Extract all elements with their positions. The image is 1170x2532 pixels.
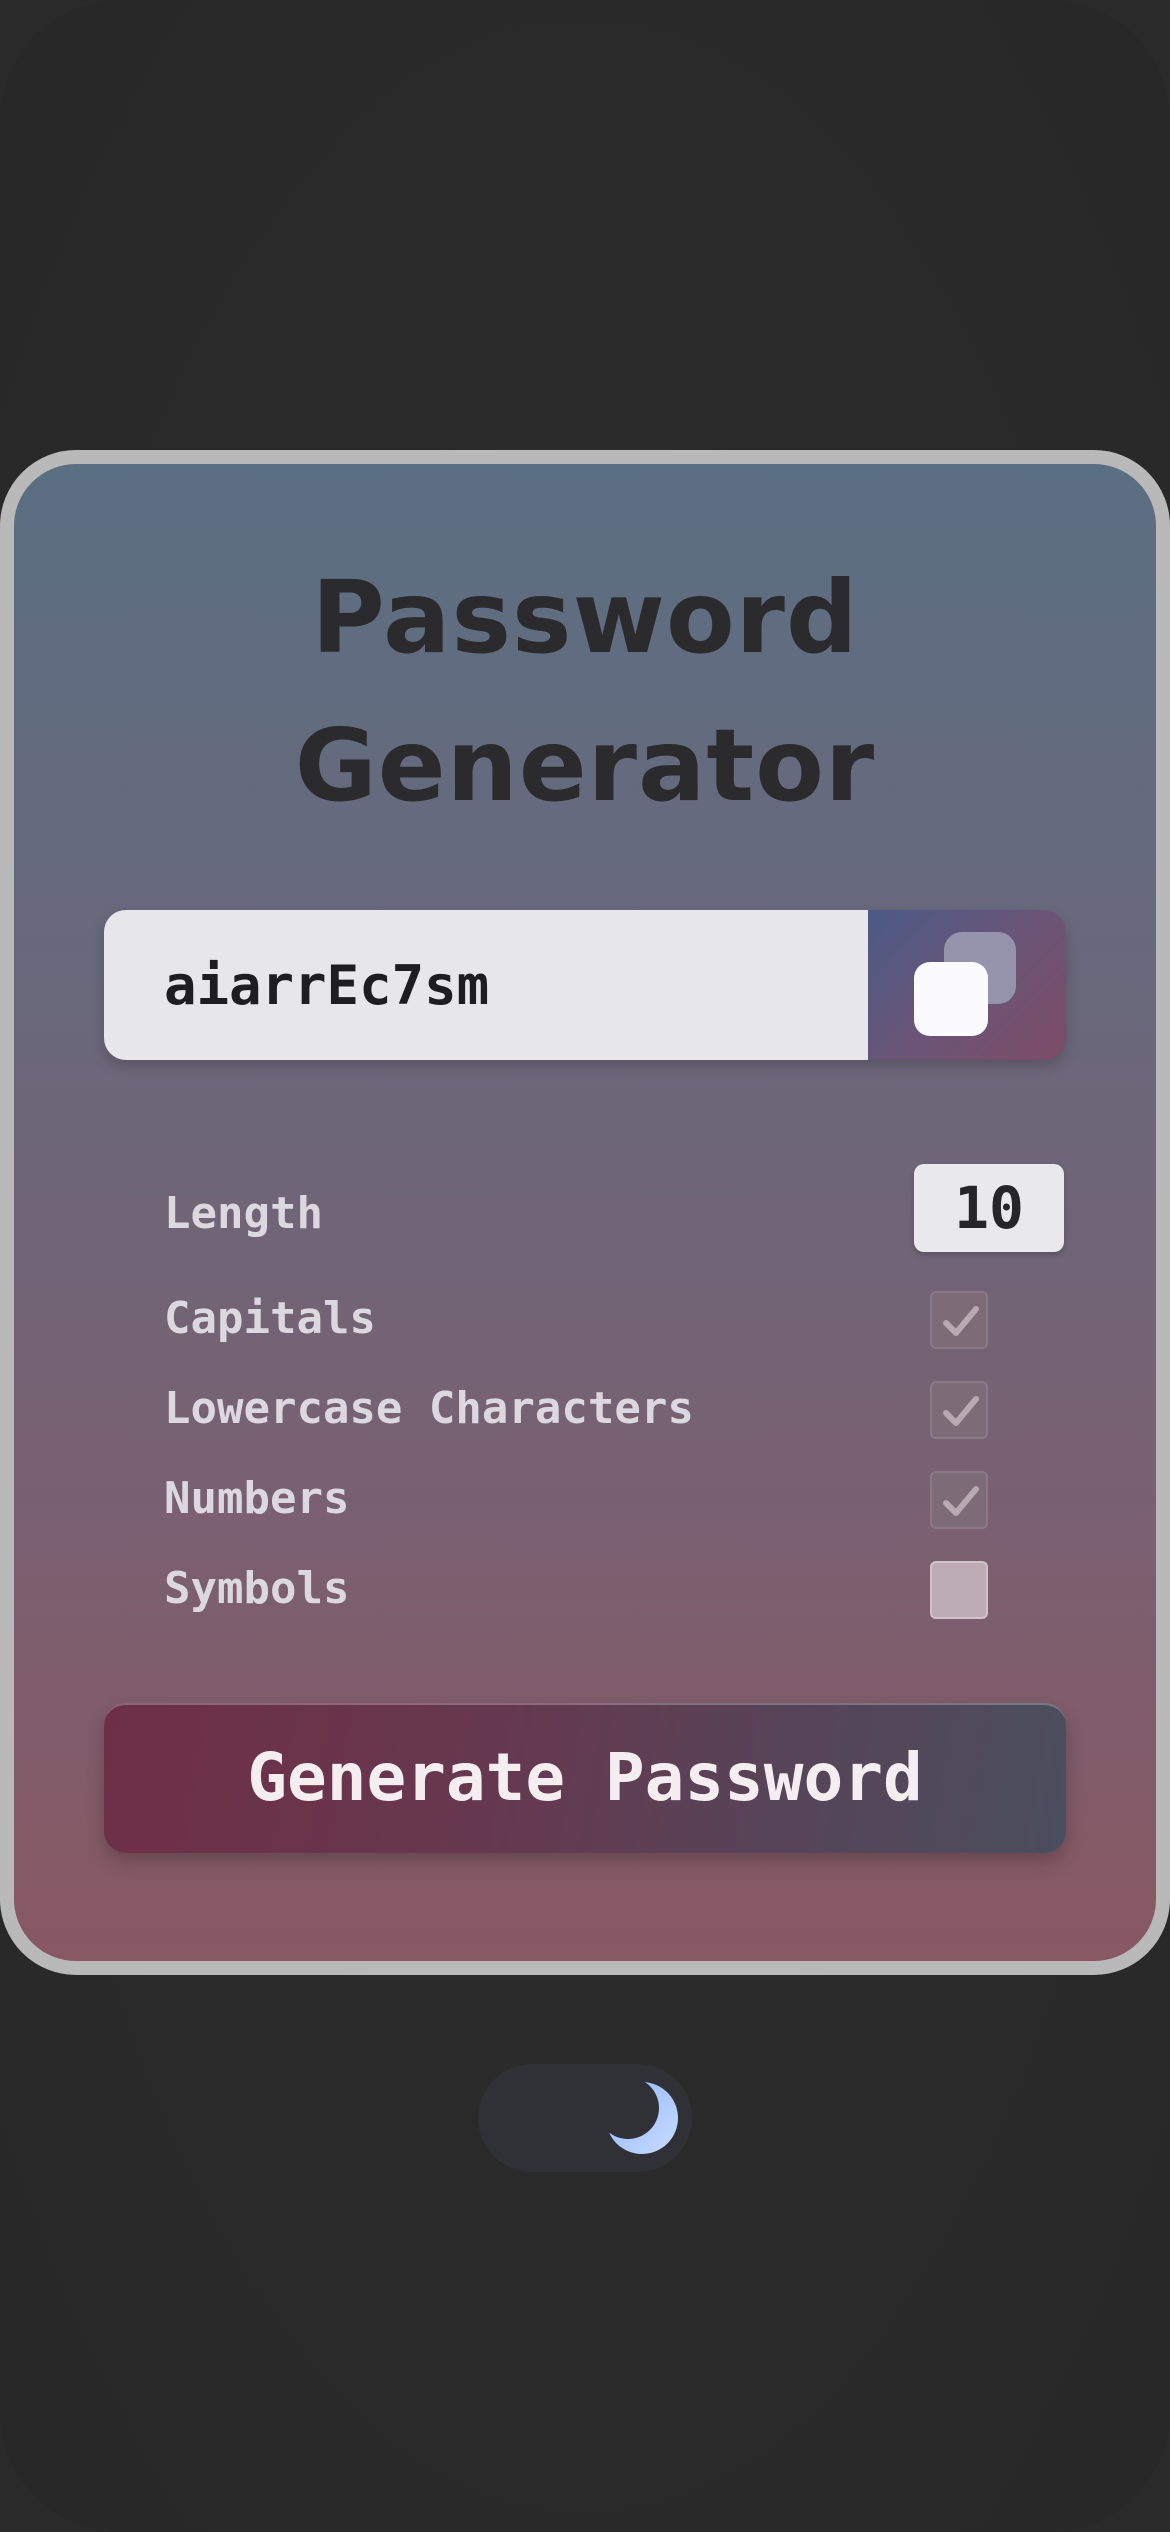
page-title: Password Generator <box>14 544 1156 840</box>
checkmark-icon <box>943 1306 979 1336</box>
symbols-checkbox[interactable] <box>930 1561 988 1619</box>
app-screen: Password Generator aiarrEc7sm Length 10 … <box>0 0 1170 2532</box>
title-line-1: Password <box>311 559 859 676</box>
capitals-label: Capitals <box>164 1293 376 1344</box>
lowercase-checkbox[interactable] <box>930 1381 988 1439</box>
password-output-row: aiarrEc7sm <box>104 910 1066 1060</box>
checkmark-icon <box>943 1396 979 1426</box>
title-line-2: Generator <box>294 707 876 824</box>
generator-card: Password Generator aiarrEc7sm Length 10 … <box>0 450 1170 1975</box>
lowercase-label: Lowercase Characters <box>164 1383 694 1434</box>
checkmark-icon <box>943 1486 979 1516</box>
capitals-checkbox[interactable] <box>930 1291 988 1349</box>
length-label: Length <box>164 1188 323 1239</box>
generate-password-button[interactable]: Generate Password <box>104 1703 1066 1853</box>
numbers-label: Numbers <box>164 1473 350 1524</box>
password-output-field[interactable]: aiarrEc7sm <box>104 910 868 1060</box>
numbers-checkbox[interactable] <box>930 1471 988 1529</box>
moon-icon <box>602 2078 678 2154</box>
theme-toggle[interactable] <box>478 2064 692 2172</box>
length-input[interactable]: 10 <box>914 1164 1064 1252</box>
copy-button[interactable] <box>868 910 1066 1060</box>
symbols-label: Symbols <box>164 1563 350 1614</box>
